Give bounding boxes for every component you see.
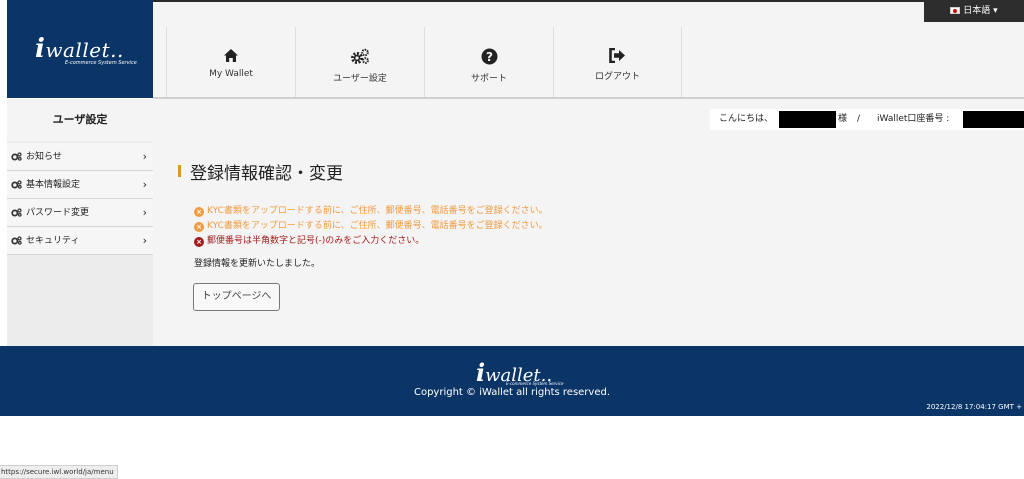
sidebar-item-notices[interactable]: お知らせ › bbox=[7, 143, 153, 171]
error-circle-icon: × bbox=[194, 237, 204, 247]
warning-circle-icon: × bbox=[194, 222, 204, 232]
greeting-box: こんにちは、 様 / iWallet口座番号 : bbox=[710, 109, 1024, 130]
nav-support[interactable]: ? サポート bbox=[424, 27, 553, 99]
svg-text:?: ? bbox=[486, 50, 493, 64]
chevron-right-icon: › bbox=[142, 206, 147, 219]
redacted-account-number bbox=[963, 111, 1024, 128]
footer-logo-tagline: E-commerce System Service bbox=[506, 381, 564, 386]
gears-icon bbox=[351, 48, 369, 64]
page: iwallet.. E-commerce System Service My W… bbox=[0, 0, 1024, 479]
nav-my-wallet[interactable]: My Wallet bbox=[166, 27, 295, 99]
nav-label: ユーザー設定 bbox=[333, 74, 387, 84]
sidebar-item-security[interactable]: セキュリティ › bbox=[7, 227, 153, 255]
sidebar-item-label: お知らせ bbox=[26, 152, 62, 162]
greeting-separator: / bbox=[857, 114, 861, 124]
gears-icon bbox=[11, 208, 22, 217]
warning-message: × KYC書類をアップロードする前に、ご住所、郵便番号、電話番号をご登録ください。 bbox=[194, 203, 548, 217]
account-number-label: iWallet口座番号 : bbox=[877, 114, 950, 124]
warning-message: × KYC書類をアップロードする前に、ご住所、郵便番号、電話番号をご登録ください。 bbox=[194, 218, 548, 232]
japan-flag-icon bbox=[950, 7, 961, 14]
sidebar-item-label: セキュリティ bbox=[26, 236, 80, 246]
error-message: × 郵便番号は半角数字と記号(-)のみをご入力ください。 bbox=[194, 233, 424, 247]
caret-down-icon: ▾ bbox=[993, 6, 998, 16]
gears-icon bbox=[11, 180, 22, 189]
success-message: 登録情報を更新いたしました。 bbox=[194, 259, 321, 269]
footer: iwallet.. E-commerce System Service Copy… bbox=[0, 346, 1024, 416]
chevron-right-icon: › bbox=[142, 178, 147, 191]
nav-logout[interactable]: ログアウト bbox=[553, 27, 682, 99]
warning-circle-icon: × bbox=[194, 207, 204, 217]
nav-user-settings[interactable]: ユーザー設定 bbox=[295, 27, 424, 99]
gears-icon bbox=[11, 236, 22, 245]
greeting-honorific: 様 bbox=[838, 114, 848, 124]
sidebar-title: ユーザ設定 bbox=[7, 99, 153, 141]
logo-tagline: E-commerce System Service bbox=[65, 60, 137, 66]
logo[interactable]: iwallet.. E-commerce System Service bbox=[7, 0, 153, 98]
nav-label: サポート bbox=[470, 74, 507, 84]
copyright: Copyright © iWallet all rights reserved. bbox=[413, 387, 611, 398]
sidebar-item-label: 基本情報設定 bbox=[26, 180, 81, 190]
sidebar-item-password[interactable]: パスワード変更 › bbox=[7, 199, 153, 227]
chevron-right-icon: › bbox=[142, 234, 147, 247]
server-timestamp: 2022/12/8 17:04:17 GMT + bbox=[926, 403, 1022, 411]
sidebar: お知らせ › 基本情報設定 › パスワード変更 › セキュリティ › bbox=[7, 141, 153, 346]
title-accent-bar bbox=[178, 165, 181, 177]
language-selector[interactable]: 日本語 ▾ bbox=[924, 0, 1024, 22]
nav-label: ログアウト bbox=[594, 72, 640, 82]
sidebar-item-basic-info[interactable]: 基本情報設定 › bbox=[7, 171, 153, 199]
language-label: 日本語 bbox=[963, 6, 991, 16]
sign-out-icon bbox=[609, 48, 625, 63]
chevron-right-icon: › bbox=[142, 150, 147, 163]
main-nav: My Wallet ユーザー設定 ? サポート ログアウト bbox=[153, 2, 1024, 99]
sidebar-item-label: パスワード変更 bbox=[26, 208, 90, 218]
page-title: 登録情報確認・変更 bbox=[190, 164, 343, 184]
nav-label: My Wallet bbox=[209, 69, 253, 79]
top-page-button[interactable]: トップページへ bbox=[193, 283, 280, 311]
redacted-username bbox=[779, 111, 836, 128]
greeting-hello: こんにちは、 bbox=[719, 114, 774, 124]
question-circle-icon: ? bbox=[481, 48, 497, 65]
home-icon bbox=[224, 49, 238, 62]
gears-icon bbox=[11, 152, 22, 161]
status-bar-url: https://secure.iwl.world/ja/menu bbox=[0, 465, 118, 479]
